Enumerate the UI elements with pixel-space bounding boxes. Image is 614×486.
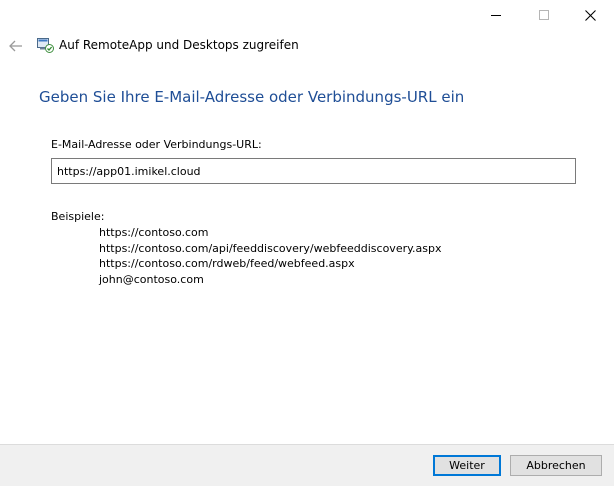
button-bar: Weiter Abbrechen <box>0 444 614 486</box>
url-input[interactable] <box>51 158 576 184</box>
page-heading: Geben Sie Ihre E-Mail-Adresse oder Verbi… <box>39 88 465 106</box>
example-item: https://contoso.com <box>99 226 209 239</box>
examples-list: https://contoso.com https://contoso.com/… <box>99 225 442 287</box>
minimize-icon <box>491 15 501 16</box>
next-button[interactable]: Weiter <box>433 455 501 476</box>
example-item: https://contoso.com/rdweb/feed/webfeed.a… <box>99 257 355 270</box>
url-field-label: E-Mail-Adresse oder Verbindungs-URL: <box>51 138 262 151</box>
example-item: https://contoso.com/api/feeddiscovery/we… <box>99 241 442 255</box>
examples-label: Beispiele: <box>51 210 105 223</box>
window-title: Auf RemoteApp und Desktops zugreifen <box>59 38 299 52</box>
wizard-window: Auf RemoteApp und Desktops zugreifen Geb… <box>0 0 614 486</box>
close-button[interactable] <box>567 0 613 30</box>
example-item: john@contoso.com <box>99 272 204 286</box>
cancel-button[interactable]: Abbrechen <box>510 455 602 476</box>
maximize-button[interactable] <box>521 0 567 30</box>
maximize-icon <box>539 10 549 20</box>
arrow-left-icon <box>9 40 22 52</box>
remote-desktop-icon <box>37 38 54 53</box>
close-icon <box>584 9 596 21</box>
back-button[interactable] <box>6 37 26 55</box>
minimize-button[interactable] <box>473 0 519 30</box>
